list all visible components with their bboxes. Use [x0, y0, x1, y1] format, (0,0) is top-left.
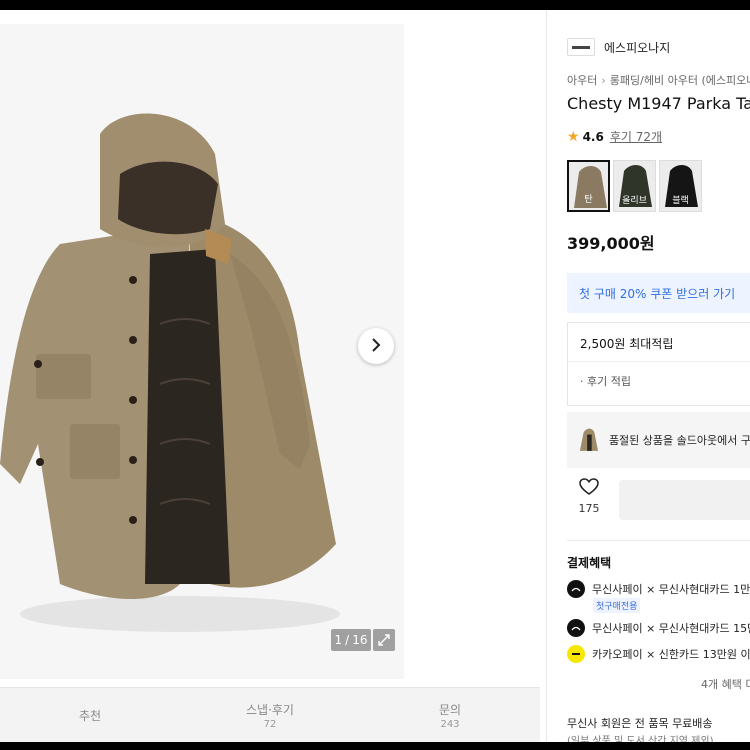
product-price: 399,000원	[567, 234, 655, 253]
swatch-label: 블랙	[672, 196, 689, 206]
brand-name: 에스피오나지	[604, 40, 671, 55]
divider	[567, 540, 750, 541]
tab-label: 스냅·후기	[246, 702, 294, 717]
kakao-pay-icon	[567, 645, 585, 663]
first-purchase-coupon-banner[interactable]: 첫 구매 20% 쿠폰 받으러 가기	[567, 273, 750, 313]
bottom-tab-bar: 추천 스냅·후기 72 문의 243	[0, 687, 540, 742]
points-review: · 후기 적립	[580, 375, 631, 388]
like-button[interactable]: 175	[567, 478, 611, 515]
star-icon: ★	[567, 128, 580, 145]
swatch-label: 탄	[584, 195, 593, 205]
shipping-note: (일부 상품 및 도서 산간 지역 제외)	[567, 736, 714, 742]
swatch-tan[interactable]: 탄	[567, 160, 610, 212]
image-counter-separator: /	[345, 633, 350, 647]
tab-count: 243	[440, 718, 460, 730]
chevron-right-icon	[370, 337, 382, 356]
product-info-panel: 에스피오나지 아우터 › 롱패딩/헤비 아우터 (에스피오나 Chesty M194…	[546, 10, 750, 742]
swatch-black[interactable]: 블랙	[659, 160, 702, 212]
musinsa-pay-icon	[567, 619, 585, 637]
benefit-text: 카카오페이 × 신한카드 13만원 이상	[592, 648, 750, 661]
chevron-right-icon: ›	[601, 74, 606, 87]
breadcrumb-item[interactable]: 아우터	[567, 74, 597, 87]
product-page: 1 / 16 추천 스냅·후기 72 문의 243 에스피오나지 아우터 › 롱…	[0, 10, 750, 742]
tab-inquiry[interactable]: 문의 243	[360, 688, 540, 742]
benefit-text: 무신사페이 × 무신사현대카드 1만 1	[592, 583, 750, 596]
image-gallery: 1 / 16 추천 스냅·후기 72 문의 243	[0, 10, 546, 742]
tab-count: 72	[263, 718, 277, 730]
benefit-text: 무신사페이 × 무신사현대카드 15만	[592, 622, 750, 635]
benefit-item[interactable]: 무신사페이 × 무신사현대카드 15만	[567, 619, 750, 637]
image-counter-current: 1	[334, 633, 343, 647]
benefit-item[interactable]: 무신사페이 × 무신사현대카드 1만 1	[567, 580, 750, 598]
tab-recommend[interactable]: 추천	[0, 688, 180, 742]
benefits-title: 결제혜택	[567, 556, 612, 570]
parka-illustration	[0, 113, 340, 632]
rating-row: ★ 4.6 후기 72개	[567, 128, 662, 145]
points-max: 2,500원 최대적립	[580, 337, 674, 351]
brand-logo	[567, 38, 595, 56]
product-title: Chesty M1947 Parka Tan	[567, 94, 750, 113]
color-swatches: 탄 올리브 블랙	[567, 160, 705, 212]
expand-button[interactable]	[373, 629, 395, 651]
first-purchase-badge: 첫구매전용	[593, 598, 641, 613]
breadcrumb: 아우터 › 롱패딩/헤비 아우터 (에스피오나	[567, 72, 750, 88]
image-counter: 1 / 16	[331, 629, 371, 651]
next-image-button[interactable]	[358, 328, 394, 364]
swatch-olive[interactable]: 올리브	[613, 160, 656, 212]
brand-link[interactable]: 에스피오나지	[567, 38, 670, 56]
buy-button[interactable]	[619, 480, 750, 520]
breadcrumb-item[interactable]: 롱패딩/헤비 아우터 (에스피오나	[610, 74, 750, 87]
points-box: 2,500원 최대적립 · 후기 적립	[567, 322, 750, 406]
musinsa-pay-icon	[567, 580, 585, 598]
image-counter-total: 16	[352, 633, 368, 647]
parka-thumbnail	[579, 428, 599, 451]
swatch-label: 올리브	[622, 196, 647, 206]
like-count: 175	[578, 502, 600, 515]
rating-score: 4.6	[582, 129, 604, 144]
expand-icon	[378, 631, 390, 650]
tab-label: 문의	[438, 702, 462, 717]
tab-snap-review[interactable]: 스냅·후기 72	[180, 688, 360, 742]
soldout-text: 품절된 상품을 솔드아웃에서 구	[608, 434, 750, 447]
soldout-banner[interactable]: 품절된 상품을 솔드아웃에서 구	[567, 412, 750, 468]
more-benefits-link[interactable]: 4개 혜택 더보	[701, 676, 750, 692]
benefit-item[interactable]: 카카오페이 × 신한카드 13만원 이상	[567, 645, 750, 663]
tab-label: 추천	[78, 708, 102, 723]
gallery-gutter	[404, 24, 546, 679]
heart-icon	[579, 478, 599, 500]
product-photo[interactable]	[0, 24, 404, 679]
shipping-info: 무신사 회원은 전 품목 무료배송	[567, 717, 713, 730]
reviews-link[interactable]: 후기 72개	[610, 128, 662, 145]
